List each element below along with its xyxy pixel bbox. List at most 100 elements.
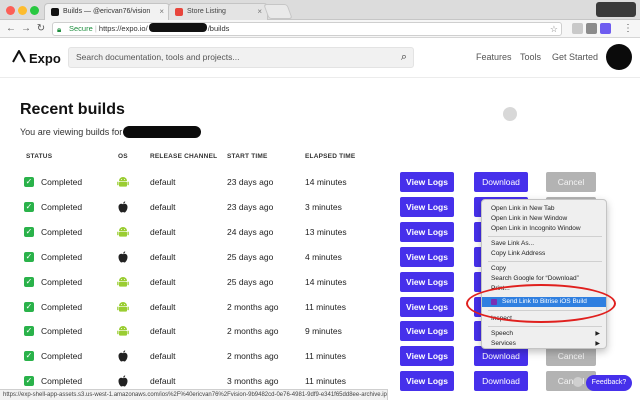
- expo-logo-text[interactable]: Expo: [29, 51, 61, 66]
- search-icon[interactable]: ⌕: [401, 48, 407, 67]
- tab-store-listing[interactable]: Store Listing ×: [168, 3, 268, 20]
- build-status: Completed: [41, 301, 83, 312]
- feedback-button[interactable]: Feedback?: [586, 375, 632, 391]
- close-window-icon[interactable]: [6, 6, 15, 15]
- check-icon: ✓: [24, 251, 34, 262]
- browser-profile-chip[interactable]: [596, 2, 636, 17]
- build-status: Completed: [41, 226, 83, 237]
- build-status: Completed: [41, 201, 83, 212]
- start-time: 23 days ago: [227, 177, 274, 187]
- android-icon: [116, 275, 130, 289]
- annotation-highlight-ring: [466, 284, 616, 323]
- view-logs-button[interactable]: View Logs: [400, 271, 454, 292]
- release-channel: default: [150, 226, 176, 237]
- menu-open-new-tab[interactable]: Open Link in New Tab: [482, 204, 606, 214]
- elapsed-time: 11 minutes: [305, 301, 346, 312]
- view-logs-button[interactable]: View Logs: [400, 371, 454, 392]
- url-suffix: /builds: [207, 24, 230, 33]
- menu-open-new-window[interactable]: Open Link in New Window: [482, 214, 606, 224]
- menu-save-link-as[interactable]: Save Link As...: [482, 239, 606, 249]
- close-tab-icon[interactable]: ×: [257, 7, 262, 16]
- start-time: 23 days ago: [227, 201, 274, 212]
- elapsed-time: 3 minutes: [305, 201, 342, 212]
- extension-icon[interactable]: [586, 23, 597, 34]
- start-time: 3 months ago: [227, 376, 279, 387]
- column-header-os: OS: [118, 153, 128, 160]
- release-channel: default: [150, 177, 176, 187]
- expo-logo-icon[interactable]: [12, 50, 26, 63]
- forward-icon[interactable]: →: [20, 23, 32, 35]
- cancel-button[interactable]: Cancel: [546, 172, 596, 192]
- bookmark-star-icon[interactable]: ☆: [550, 23, 558, 35]
- column-header-release-channel: RELEASE CHANNEL: [150, 153, 218, 160]
- view-logs-button[interactable]: View Logs: [400, 172, 454, 192]
- maximize-window-icon[interactable]: [30, 6, 39, 15]
- android-icon: [116, 175, 130, 189]
- close-tab-icon[interactable]: ×: [159, 7, 164, 16]
- start-time: 2 months ago: [227, 351, 279, 362]
- back-icon[interactable]: ←: [5, 23, 17, 35]
- page-subtitle: You are viewing builds for: [20, 126, 201, 138]
- apple-icon: [116, 250, 130, 264]
- elapsed-time: 13 minutes: [305, 226, 347, 237]
- cancel-button[interactable]: Cancel: [546, 346, 596, 367]
- view-logs-button[interactable]: View Logs: [400, 296, 454, 317]
- check-icon: ✓: [24, 226, 34, 237]
- avatar[interactable]: [606, 44, 632, 70]
- nav-features[interactable]: Features: [476, 52, 512, 62]
- check-icon: ✓: [24, 376, 34, 387]
- android-icon: [116, 324, 130, 338]
- menu-services-label: Services: [491, 340, 516, 347]
- elapsed-time: 4 minutes: [305, 251, 342, 262]
- android-icon: [116, 225, 130, 239]
- view-logs-button[interactable]: View Logs: [400, 196, 454, 217]
- start-time: 25 days ago: [227, 251, 274, 262]
- release-channel: default: [150, 251, 176, 262]
- download-button[interactable]: Download: [474, 346, 528, 367]
- android-icon: [116, 300, 130, 314]
- search-input[interactable]: Search documentation, tools and projects…: [68, 47, 414, 68]
- browser-tab-bar: Builds — @ericvan76/vision × Store Listi…: [0, 0, 640, 20]
- page-title: Recent builds: [20, 101, 125, 118]
- nav-tools[interactable]: Tools: [520, 52, 541, 62]
- lock-icon: 🔒︎: [57, 25, 62, 34]
- download-button[interactable]: Download: [474, 371, 528, 392]
- browser-menu-icon[interactable]: ⋮: [622, 23, 634, 35]
- check-icon: ✓: [24, 326, 34, 337]
- elapsed-time: 14 minutes: [305, 276, 347, 287]
- menu-open-incognito[interactable]: Open Link in Incognito Window: [482, 224, 606, 234]
- view-logs-button[interactable]: View Logs: [400, 346, 454, 367]
- elapsed-time: 9 minutes: [305, 326, 342, 337]
- submenu-arrow-icon: ▶: [595, 341, 600, 347]
- submenu-arrow-icon: ▶: [595, 331, 600, 337]
- build-status: Completed: [41, 351, 83, 362]
- new-tab-button[interactable]: [263, 4, 293, 19]
- elapsed-time: 11 minutes: [305, 351, 346, 362]
- store-favicon-icon: [175, 8, 183, 16]
- extension-icon[interactable]: [572, 23, 583, 34]
- view-logs-button[interactable]: View Logs: [400, 246, 454, 267]
- check-icon: ✓: [24, 201, 34, 212]
- menu-services[interactable]: Services ▶: [482, 339, 606, 349]
- column-header-status: STATUS: [26, 153, 53, 160]
- menu-search-google[interactable]: Search Google for “Download”: [482, 274, 606, 284]
- secure-label: Secure: [69, 24, 93, 33]
- tab-builds[interactable]: Builds — @ericvan76/vision ×: [44, 3, 170, 20]
- menu-copy[interactable]: Copy: [482, 264, 606, 274]
- download-button[interactable]: Download: [474, 172, 528, 192]
- menu-separator: [488, 326, 602, 327]
- view-logs-button[interactable]: View Logs: [400, 221, 454, 242]
- view-logs-button[interactable]: View Logs: [400, 321, 454, 342]
- nav-get-started[interactable]: Get Started: [552, 52, 598, 62]
- extension-icon[interactable]: [600, 23, 611, 34]
- decorative-blob: [573, 377, 583, 387]
- reload-icon[interactable]: ↻: [35, 23, 47, 35]
- check-icon: ✓: [24, 351, 34, 362]
- menu-copy-link-address[interactable]: Copy Link Address: [482, 249, 606, 259]
- address-bar[interactable]: 🔒︎ Secure | https://expo.io//builds ☆: [52, 22, 562, 36]
- apple-icon: [116, 200, 130, 214]
- expo-favicon-icon: [51, 8, 59, 16]
- release-channel: default: [150, 326, 176, 337]
- minimize-window-icon[interactable]: [18, 6, 27, 15]
- menu-speech[interactable]: Speech ▶: [482, 329, 606, 339]
